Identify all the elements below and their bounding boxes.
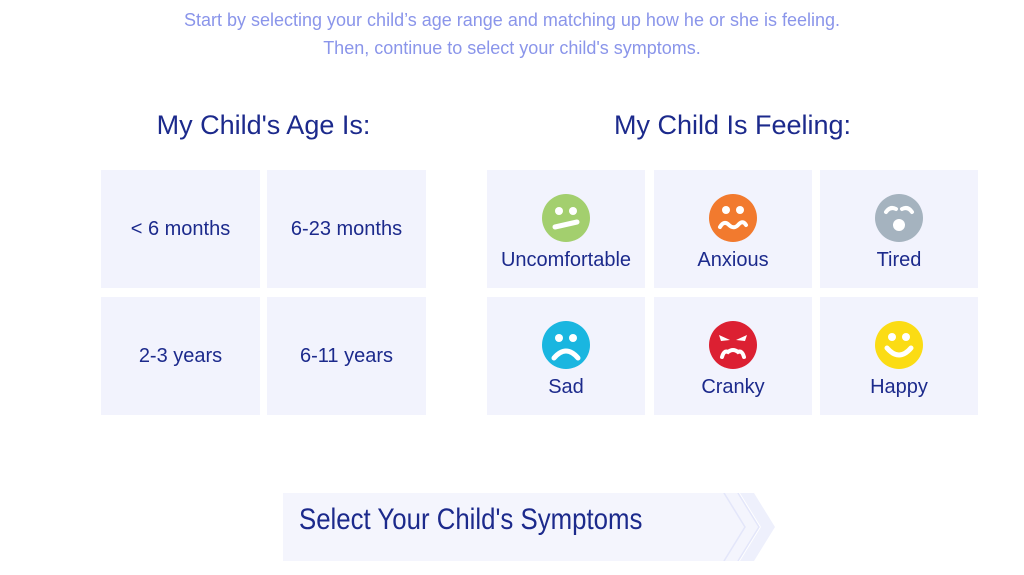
age-option-6-23-months[interactable]: 6-23 months	[267, 170, 426, 288]
tired-face-icon	[874, 193, 924, 243]
intro-line-2: Then, continue to select your child's sy…	[323, 38, 701, 58]
age-option-2-3-years[interactable]: 2-3 years	[101, 297, 260, 415]
age-option-label: 6-11 years	[299, 344, 393, 367]
feeling-option-label: Sad	[548, 375, 584, 398]
anxious-face-icon	[708, 193, 758, 243]
feeling-option-anxious[interactable]: Anxious	[654, 170, 812, 288]
age-option-6-11-years[interactable]: 6-11 years	[267, 297, 426, 415]
feeling-option-cranky[interactable]: Cranky	[654, 297, 812, 415]
select-symptoms-button[interactable]: Select Your Child's Symptoms	[283, 493, 778, 561]
feeling-option-label: Anxious	[697, 248, 769, 271]
intro-line-1: Start by selecting your child’s age rang…	[183, 10, 841, 30]
intro-text: Start by selecting your child’s age rang…	[0, 6, 1024, 62]
age-option-label: < 6 months	[130, 217, 231, 240]
feeling-option-happy[interactable]: Happy	[820, 297, 978, 415]
age-heading: My Child's Age Is:	[156, 110, 371, 140]
feeling-option-label: Cranky	[701, 375, 765, 398]
feeling-option-tired[interactable]: Tired	[820, 170, 978, 288]
sad-face-icon	[541, 320, 591, 370]
feeling-heading: My Child Is Feeling:	[613, 110, 852, 140]
feeling-option-sad[interactable]: Sad	[487, 297, 645, 415]
feeling-option-uncomfortable[interactable]: Uncomfortable	[487, 170, 645, 288]
feeling-option-label: Tired	[876, 248, 922, 271]
feeling-option-label: Happy	[870, 375, 928, 398]
double-chevron-right-icon	[723, 493, 775, 561]
happy-face-icon	[874, 320, 924, 370]
age-option-label: 2-3 years	[138, 344, 223, 367]
cta-label: Select Your Child's Symptoms	[299, 503, 643, 536]
cranky-face-icon	[708, 320, 758, 370]
age-option-label: 6-23 months	[290, 217, 403, 240]
uncomfortable-face-icon	[541, 193, 591, 243]
age-option-under-6-months[interactable]: < 6 months	[101, 170, 260, 288]
feeling-option-label: Uncomfortable	[500, 248, 632, 271]
